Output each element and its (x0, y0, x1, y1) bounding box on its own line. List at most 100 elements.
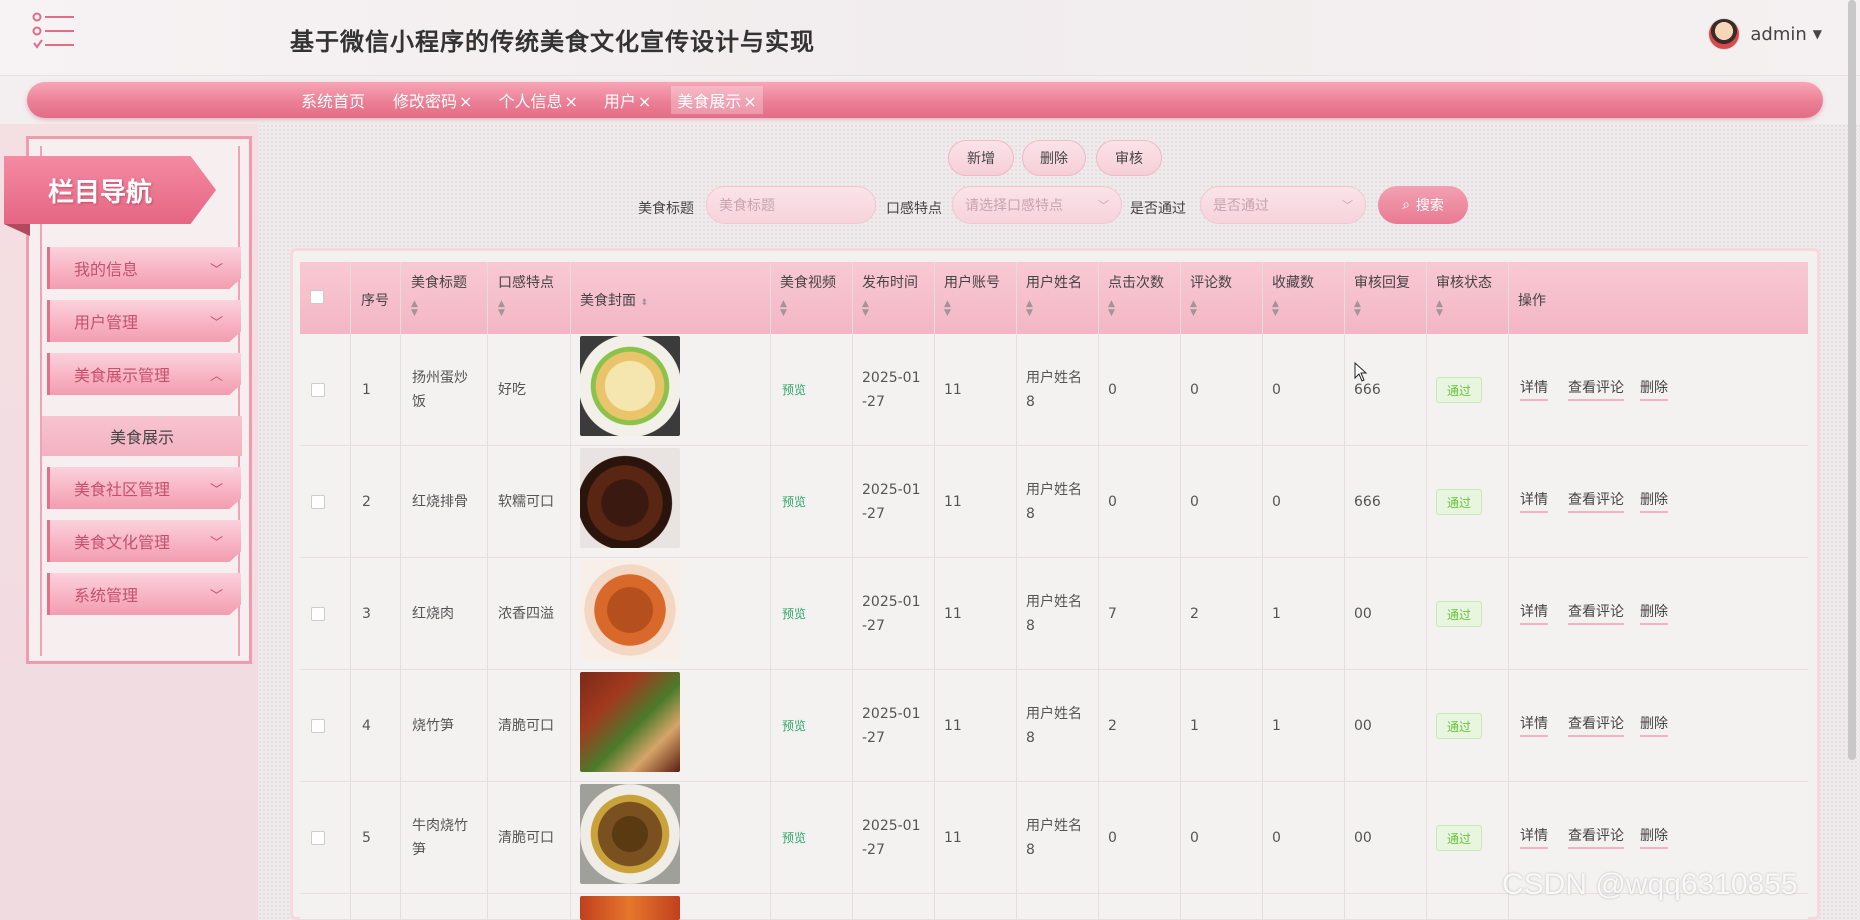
sidebar-subitem-food-display[interactable]: 美食展示 (42, 416, 242, 456)
sort-icon[interactable]: ▲ ▼ (1190, 300, 1262, 318)
sidebar-item-system-management[interactable]: 系统管理 ﹀ (47, 573, 241, 615)
row-checkbox[interactable] (311, 383, 325, 397)
select-all-checkbox[interactable] (310, 290, 324, 304)
search-pass-select[interactable]: 是否通过 ﹀ (1200, 186, 1366, 224)
th-time[interactable]: 发布时间 ▲ ▼ (852, 262, 934, 334)
row-delete-button[interactable]: 删除 (1640, 377, 1668, 401)
close-icon[interactable]: × (459, 92, 472, 111)
video-preview-link[interactable]: 预览 (782, 717, 806, 734)
th-name[interactable]: 用户姓名 ▲ ▼ (1016, 262, 1098, 334)
sort-icon[interactable]: ▲ ▼ (780, 300, 852, 318)
header-label: 审核状态 (1436, 275, 1492, 291)
row-delete-button[interactable]: 删除 (1640, 713, 1668, 737)
row-delete-button[interactable]: 删除 (1640, 601, 1668, 625)
row-delete-button[interactable]: 删除 (1640, 825, 1668, 849)
placeholder: 请选择口感特点 (965, 198, 1063, 214)
tab-user[interactable]: 用户 × (598, 86, 657, 114)
view-comments-button[interactable]: 查看评论 (1568, 377, 1624, 401)
time-line: -27 (862, 618, 885, 634)
sidebar-item-food-display-management[interactable]: 美食展示管理 ︿ (47, 353, 241, 395)
th-favorites[interactable]: 收藏数 ▲ ▼ (1262, 262, 1344, 334)
th-cover[interactable]: 美食封面 ⬍ (570, 262, 770, 334)
close-icon[interactable]: × (743, 92, 756, 111)
sort-icon[interactable]: ▲ ▼ (1026, 300, 1098, 318)
sidebar-item-food-community-management[interactable]: 美食社区管理 ﹀ (47, 467, 241, 509)
header-label: 审核回复 (1354, 275, 1410, 291)
close-icon[interactable]: × (564, 92, 577, 111)
status-badge: 通过 (1436, 489, 1482, 515)
search-button[interactable]: ⌕ 搜索 (1378, 186, 1468, 224)
th-reply[interactable]: 审核回复 ▲ ▼ (1344, 262, 1426, 334)
video-preview-link[interactable]: 预览 (782, 829, 806, 846)
row-delete-button[interactable]: 删除 (1640, 489, 1668, 513)
column-divider (487, 262, 488, 920)
detail-button[interactable]: 详情 (1520, 825, 1548, 849)
th-status[interactable]: 审核状态 ▲ ▼ (1426, 262, 1508, 334)
detail-button[interactable]: 详情 (1520, 601, 1548, 625)
time-line: 2025-01 (862, 706, 921, 722)
tab-profile[interactable]: 个人信息 × (492, 86, 583, 114)
cell-taste: 软糯可口 (498, 494, 554, 510)
column-divider (1262, 262, 1263, 920)
search-icon: ⌕ (1402, 197, 1410, 213)
th-title[interactable]: 美食标题 ▲ ▼ (401, 262, 487, 334)
view-comments-button[interactable]: 查看评论 (1568, 825, 1624, 849)
title-line: 烧竹笋 (412, 718, 454, 734)
add-button[interactable]: 新增 (948, 140, 1014, 176)
video-preview-link[interactable]: 预览 (782, 381, 806, 398)
detail-button[interactable]: 详情 (1520, 377, 1548, 401)
detail-button[interactable]: 详情 (1520, 713, 1548, 737)
th-taste[interactable]: 口感特点 ▲ ▼ (488, 262, 570, 334)
row-checkbox[interactable] (311, 607, 325, 621)
view-comments-button[interactable]: 查看评论 (1568, 713, 1624, 737)
view-comments-button[interactable]: 查看评论 (1568, 601, 1624, 625)
cell-comments: 0 (1190, 382, 1199, 398)
sidebar-item-my-info[interactable]: 我的信息 ﹀ (47, 247, 241, 289)
video-preview-link[interactable]: 预览 (782, 493, 806, 510)
sidebar-item-user-management[interactable]: 用户管理 ﹀ (47, 300, 241, 342)
search-title-input[interactable]: 美食标题 (706, 186, 876, 224)
search-taste-select[interactable]: 请选择口感特点 ﹀ (952, 186, 1122, 224)
cell-time: 2025-01 -27 (862, 366, 921, 414)
cell-time: 2025-01 -27 (862, 702, 921, 750)
sort-icon[interactable]: ▲ ▼ (1108, 300, 1180, 318)
th-clicks[interactable]: 点击次数 ▲ ▼ (1098, 262, 1180, 334)
row-checkbox[interactable] (311, 495, 325, 509)
row-checkbox[interactable] (311, 719, 325, 733)
user-menu[interactable]: admin ▼ (1708, 18, 1822, 50)
sort-icon[interactable]: ▲ ▼ (862, 300, 934, 318)
sort-icon[interactable]: ▲ ▼ (1272, 300, 1344, 318)
close-icon[interactable]: × (638, 92, 651, 111)
sort-icon[interactable]: ▲ ▼ (1354, 300, 1426, 318)
sort-icon[interactable]: ▲ ▼ (411, 300, 487, 318)
tab-home[interactable]: 系统首页 (295, 86, 373, 114)
sort-icon[interactable]: ▲ ▼ (944, 300, 1016, 318)
tab-food-display[interactable]: 美食展示 × (671, 86, 763, 114)
header-label: 操作 (1518, 293, 1546, 309)
view-comments-button[interactable]: 查看评论 (1568, 489, 1624, 513)
tab-label: 系统首页 (301, 92, 366, 111)
sort-icon[interactable]: ▲ ▼ (1436, 300, 1508, 318)
sort-icon[interactable]: ⬍ (640, 298, 648, 308)
th-comments[interactable]: 评论数 ▲ ▼ (1180, 262, 1262, 334)
cell-reply: 00 (1354, 606, 1372, 622)
audit-button[interactable]: 审核 (1096, 140, 1162, 176)
delete-button[interactable]: 删除 (1022, 140, 1086, 176)
page-scrollbar[interactable] (1848, 0, 1856, 760)
time-line: -27 (862, 394, 885, 410)
tab-change-password[interactable]: 修改密码 × (387, 86, 478, 114)
column-divider (1508, 262, 1509, 920)
detail-button[interactable]: 详情 (1520, 489, 1548, 513)
column-divider (1344, 262, 1345, 920)
th-account[interactable]: 用户账号 ▲ ▼ (934, 262, 1016, 334)
header-label: 美食视频 (780, 275, 836, 291)
header-label: 口感特点 (498, 275, 554, 291)
row-checkbox[interactable] (311, 831, 325, 845)
cell-name: 用户姓名 8 (1026, 702, 1082, 750)
th-video[interactable]: 美食视频 ▲ ▼ (770, 262, 852, 334)
sidebar-item-food-culture-management[interactable]: 美食文化管理 ﹀ (47, 520, 241, 562)
sort-icon[interactable]: ▲ ▼ (498, 300, 570, 318)
video-preview-link[interactable]: 预览 (782, 605, 806, 622)
avatar (1708, 18, 1741, 50)
menu-toggle-icon[interactable] (32, 12, 76, 52)
